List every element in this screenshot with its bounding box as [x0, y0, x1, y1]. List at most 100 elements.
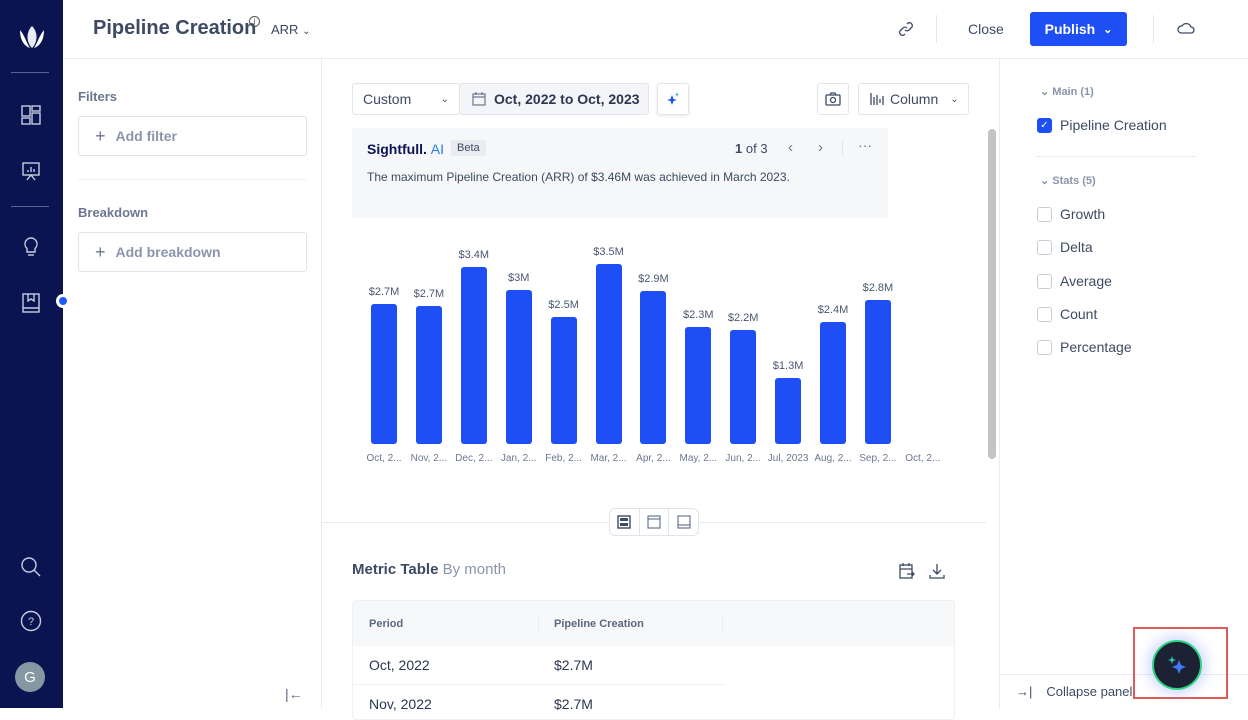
cell-value: $2.7M: [554, 657, 593, 673]
brand-ai: AI: [430, 141, 445, 157]
chart-type-select[interactable]: Column ⌄: [858, 83, 969, 115]
header-divider: [1153, 15, 1154, 43]
main-group-label: Main (1): [1052, 86, 1094, 98]
next-insight-button[interactable]: ›: [818, 139, 823, 156]
bar-value-label: $2.4M: [817, 303, 849, 316]
prev-insight-button[interactable]: ‹: [788, 139, 793, 156]
ai-assistant-button[interactable]: [1152, 640, 1202, 690]
ai-insights-button[interactable]: [657, 83, 689, 115]
camera-icon: [825, 92, 841, 106]
link-icon[interactable]: [898, 21, 914, 37]
column-header-period[interactable]: Period: [353, 617, 539, 630]
column-header-value[interactable]: Pipeline Creation: [539, 617, 723, 630]
x-axis-tick-label: Jan, 2...: [500, 453, 537, 464]
chart-bar[interactable]: [595, 264, 622, 444]
checkbox-average[interactable]: Average: [1037, 273, 1112, 289]
checkbox-percentage[interactable]: Percentage: [1037, 339, 1132, 355]
cell-period: Oct, 2022: [369, 657, 430, 673]
add-breakdown-label: Add breakdown: [115, 244, 221, 260]
layout-chart-button[interactable]: [640, 509, 670, 535]
chevron-down-icon: ⌄: [950, 93, 959, 105]
layout-split-button[interactable]: [610, 509, 640, 535]
scrollbar[interactable]: [988, 129, 996, 459]
chart-bar[interactable]: [505, 290, 532, 444]
bar-value-label: $1.3M: [772, 360, 804, 373]
table-subtitle: By month: [442, 561, 506, 578]
rail-divider: [11, 206, 49, 207]
x-axis-tick-label: Nov, 2...: [410, 453, 448, 464]
presentation-icon[interactable]: [20, 160, 42, 182]
info-icon[interactable]: i: [249, 16, 260, 27]
chart-bar[interactable]: [820, 321, 846, 444]
table-view-icon: [677, 515, 691, 529]
checkbox-delta[interactable]: Delta: [1037, 239, 1093, 255]
close-button[interactable]: Close: [968, 21, 1004, 37]
chart-bar[interactable]: [775, 378, 802, 444]
checkbox-icon: [1037, 306, 1052, 322]
dashboard-icon[interactable]: [20, 104, 42, 126]
beta-badge: Beta: [451, 140, 486, 156]
stats-group-toggle[interactable]: ⌄ Stats (5): [1040, 174, 1096, 187]
main-group-toggle[interactable]: ⌄ Main (1): [1040, 85, 1094, 98]
collapse-right-icon: →|: [1016, 684, 1033, 699]
help-icon[interactable]: ?: [20, 610, 42, 632]
bar-value-label: $2.8M: [862, 282, 894, 295]
chart-bar[interactable]: [415, 306, 442, 444]
bar-value-label: $2.7M: [413, 288, 445, 301]
chart-bar[interactable]: [371, 303, 397, 444]
chart-bar[interactable]: [640, 291, 667, 444]
header: Pipeline Creation i ARR ⌄ Close Publish ⌄: [63, 0, 1248, 59]
add-filter-button[interactable]: + Add filter: [78, 116, 307, 156]
chart-bar[interactable]: [864, 300, 891, 444]
chart-bar[interactable]: [730, 329, 757, 444]
sparkle-icon: [667, 92, 679, 105]
main-area: Custom ⌄ Oct, 2022 to Oct, 2023 Column ⌄ S…: [322, 59, 999, 720]
bar-value-label: $3.5M: [593, 246, 624, 258]
metric-table-title: Metric Table By month: [352, 561, 506, 578]
chart-bar[interactable]: [550, 316, 577, 444]
filters-title: Filters: [78, 89, 118, 104]
metric-type-dropdown[interactable]: ARR ⌄: [271, 22, 310, 37]
sparkle-icon: [1168, 656, 1186, 674]
calendar-export-icon[interactable]: [898, 562, 916, 580]
add-filter-label: Add filter: [115, 128, 177, 144]
divider: [78, 179, 307, 180]
chart-bar[interactable]: [685, 326, 712, 444]
layout-table-button[interactable]: [669, 509, 698, 535]
cloud-icon[interactable]: [1177, 21, 1195, 37]
checkbox-growth[interactable]: Growth: [1037, 206, 1105, 222]
screenshot-button[interactable]: [817, 83, 849, 115]
right-panel: ⌄ Main (1) ✓ Pipeline Creation ⌄ Stats (5…: [999, 59, 1248, 708]
bar-value-label: $2.2M: [727, 311, 759, 324]
x-axis-tick-label: Feb, 2...: [545, 453, 582, 464]
x-axis-tick-label: Oct, 2...: [366, 453, 402, 464]
split-view-icon: [617, 515, 632, 529]
collapse-left-panel-icon[interactable]: |←: [285, 686, 303, 702]
add-breakdown-button[interactable]: + Add breakdown: [78, 232, 307, 272]
book-icon[interactable]: [20, 292, 42, 314]
range-preset-select[interactable]: Custom ⌄: [352, 83, 460, 115]
app-logo-icon[interactable]: [16, 24, 48, 50]
chevron-down-icon: ⌄: [302, 26, 311, 37]
table-row: Nov, 2022 $2.7M: [353, 685, 725, 719]
x-axis-tick-label: Apr, 2...: [636, 453, 671, 464]
checkbox-icon: [1037, 239, 1052, 255]
search-icon[interactable]: [20, 556, 42, 578]
date-range-picker[interactable]: Oct, 2022 to Oct, 2023: [459, 83, 649, 115]
publish-button[interactable]: Publish ⌄: [1030, 12, 1127, 46]
more-options-icon[interactable]: ···: [858, 137, 872, 153]
range-preset-label: Custom: [363, 91, 412, 107]
checkbox-pipeline-creation[interactable]: ✓ Pipeline Creation: [1037, 117, 1167, 133]
avatar[interactable]: G: [15, 662, 45, 692]
download-icon[interactable]: [928, 562, 946, 580]
checkbox-count[interactable]: Count: [1037, 306, 1097, 322]
x-axis-tick-label: Mar, 2...: [590, 453, 627, 464]
metric-type-label: ARR: [271, 22, 299, 37]
lightbulb-icon[interactable]: [20, 236, 42, 258]
table-header: Period Pipeline Creation: [353, 601, 954, 646]
x-axis-tick-label: May, 2...: [679, 453, 718, 464]
brand-name: Sightfull.: [367, 141, 427, 157]
table-title: Metric Table: [352, 561, 439, 578]
header-divider: [936, 15, 937, 43]
chart-bar[interactable]: [460, 267, 487, 444]
